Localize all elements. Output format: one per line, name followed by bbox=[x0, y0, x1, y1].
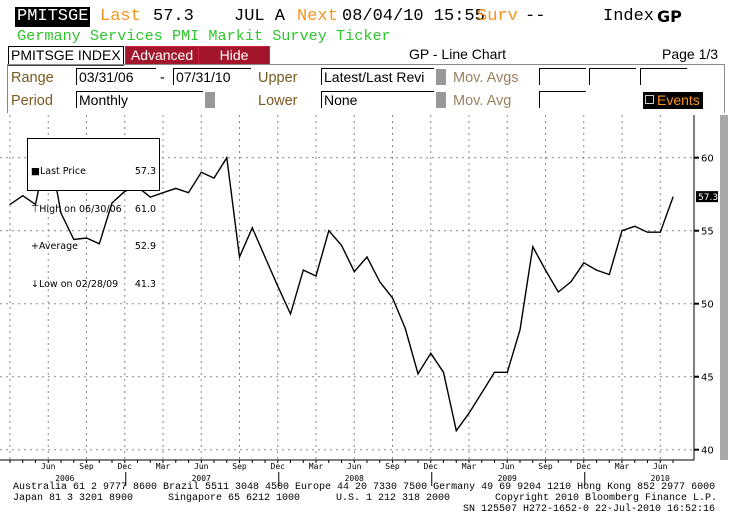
x-tick-label: Mar bbox=[615, 462, 630, 471]
x-tick-label: Jun bbox=[347, 462, 362, 471]
y-tick-label: 60 bbox=[701, 154, 714, 165]
x-tick-label: Mar bbox=[462, 462, 477, 471]
x-tick-label: Dec bbox=[577, 462, 592, 471]
data-point bbox=[391, 297, 394, 299]
data-point bbox=[379, 281, 381, 283]
data-point bbox=[328, 230, 330, 232]
data-point bbox=[200, 171, 202, 173]
data-point bbox=[9, 203, 11, 206]
footer-phone-us: U.S. 1 212 318 2000 bbox=[336, 493, 451, 504]
legend-low-value: 41.3 bbox=[134, 278, 156, 290]
footer-phones-line1: Australia 61 2 9777 8600 Brazil 5511 304… bbox=[13, 482, 716, 493]
data-point bbox=[213, 177, 215, 179]
data-point bbox=[404, 327, 406, 330]
data-point bbox=[532, 246, 534, 248]
last-value-tag-label: 57.3 bbox=[698, 193, 718, 203]
x-tick-label: Jun bbox=[653, 462, 668, 471]
legend-high-value: 61.0 bbox=[134, 203, 156, 215]
data-point bbox=[289, 313, 292, 315]
data-point bbox=[608, 273, 610, 276]
data-point bbox=[672, 196, 674, 198]
x-tick-label: Sep bbox=[79, 462, 94, 471]
data-point bbox=[302, 269, 304, 271]
data-point bbox=[353, 270, 355, 273]
data-point bbox=[238, 256, 241, 258]
data-point bbox=[277, 285, 279, 287]
legend-last-price-label: Last Price bbox=[39, 166, 86, 177]
data-point bbox=[251, 227, 253, 229]
data-point bbox=[595, 269, 598, 271]
data-point bbox=[162, 192, 164, 194]
x-tick-label: Sep bbox=[538, 462, 553, 471]
y-tick-label: 40 bbox=[701, 446, 714, 457]
x-tick-label: Dec bbox=[424, 462, 439, 471]
footer-phone-singapore: Singapore 65 6212 1000 bbox=[168, 493, 301, 504]
square-icon: ■ bbox=[31, 166, 40, 177]
footer-copyright: Copyright 2010 Bloomberg Finance L.P. bbox=[495, 493, 718, 504]
legend-average-value: 52.9 bbox=[134, 241, 156, 252]
data-point bbox=[455, 430, 457, 432]
x-tick-label: Sep bbox=[232, 462, 247, 471]
x-tick-label: Mar bbox=[156, 462, 171, 471]
legend-low-label: Low on 02/28/09 bbox=[38, 278, 119, 290]
data-point bbox=[493, 371, 496, 373]
x-tick-label: Dec bbox=[118, 462, 133, 471]
y-tick-label: 45 bbox=[701, 373, 714, 384]
data-point bbox=[659, 231, 661, 233]
data-point bbox=[175, 187, 177, 189]
data-point bbox=[315, 275, 317, 277]
low-marker-icon: ↓ bbox=[31, 278, 39, 290]
data-point bbox=[226, 157, 228, 159]
legend-average-label: Average bbox=[38, 241, 78, 252]
x-tick-label: Sep bbox=[385, 462, 400, 471]
chart-legend: ■Last Price 57.3 ⊤High on 06/30/06 61.0 +A… bbox=[27, 138, 160, 290]
data-point bbox=[481, 392, 483, 394]
y-tick-label: 50 bbox=[701, 300, 714, 311]
x-tick-label: Dec bbox=[271, 462, 286, 471]
data-point bbox=[264, 256, 266, 258]
data-point bbox=[506, 371, 508, 373]
data-point bbox=[468, 412, 470, 414]
data-point bbox=[340, 244, 343, 246]
footer-phone-japan: Japan 81 3 3201 8900 bbox=[13, 493, 134, 504]
data-point bbox=[519, 329, 521, 331]
x-tick-label: Jun bbox=[500, 462, 515, 471]
data-point bbox=[570, 281, 572, 283]
footer-serial: SN 125507 H272-1652-0 22-Jul-2010 16:52:… bbox=[463, 504, 716, 515]
data-point bbox=[442, 371, 445, 373]
x-tick-label: Jun bbox=[41, 462, 56, 471]
data-point bbox=[22, 195, 24, 197]
vertical-scrollbar[interactable] bbox=[720, 115, 728, 460]
data-point bbox=[417, 373, 419, 375]
data-point bbox=[646, 231, 649, 233]
data-point bbox=[366, 256, 368, 258]
data-point bbox=[583, 262, 585, 264]
legend-high-label: High on 06/30/06 bbox=[39, 203, 122, 215]
x-tick-label: Mar bbox=[309, 462, 324, 471]
data-point bbox=[187, 192, 190, 194]
data-point bbox=[634, 225, 636, 227]
data-point bbox=[430, 352, 432, 354]
data-point bbox=[544, 269, 547, 271]
x-tick-label: Jun bbox=[194, 462, 209, 471]
y-tick-label: 55 bbox=[701, 227, 714, 238]
legend-last-price-value: 57.3 bbox=[134, 166, 156, 177]
data-point bbox=[621, 230, 623, 232]
average-marker-icon: + bbox=[31, 241, 39, 252]
data-point bbox=[557, 291, 559, 293]
